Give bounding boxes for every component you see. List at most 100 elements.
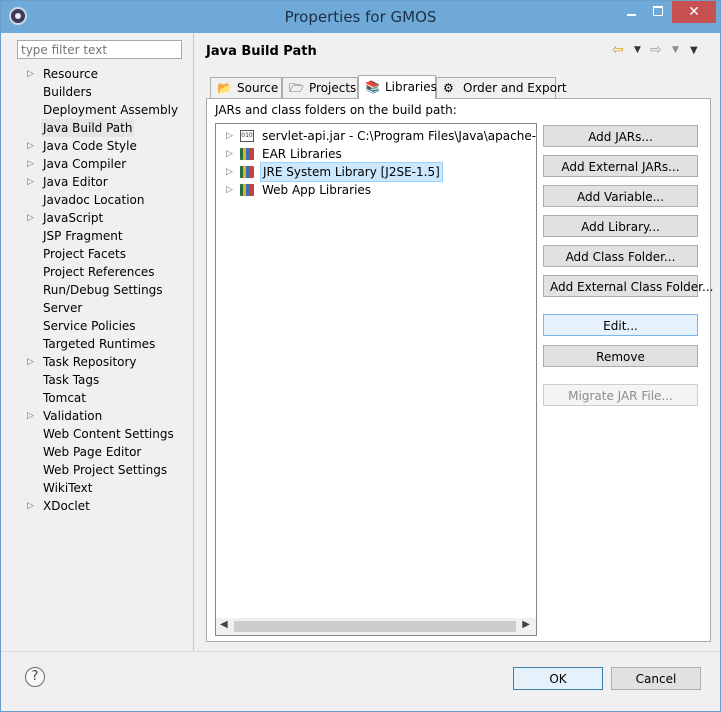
sidebar-item[interactable]: ▷ Java Editor xyxy=(17,173,192,191)
add-class-folder-button[interactable]: Add Class Folder... xyxy=(543,245,698,267)
sidebar-item[interactable]: Web Content Settings xyxy=(17,425,192,443)
add-variable-button[interactable]: Add Variable... xyxy=(543,185,698,207)
expand-arrow-icon[interactable]: ▷ xyxy=(27,497,35,515)
migrate-jar-file-button[interactable]: Migrate JAR File... xyxy=(543,384,698,406)
sidebar-item[interactable]: ▷ Java Code Style xyxy=(17,137,192,155)
projects-folder-icon: 🗁 xyxy=(289,81,304,95)
sidebar-item[interactable]: ▷ Validation xyxy=(17,407,192,425)
minimize-button[interactable] xyxy=(618,1,644,23)
sidebar-item-label: Task Tags xyxy=(43,373,100,387)
expand-arrow-icon[interactable]: ▷ xyxy=(27,137,35,155)
sidebar-item-label: Web Page Editor xyxy=(43,445,142,459)
scroll-thumb[interactable] xyxy=(234,621,516,632)
library-label: JRE System Library [J2SE-1.5] xyxy=(260,162,443,182)
sidebar-item[interactable]: Project Facets xyxy=(17,245,192,263)
expand-arrow-icon[interactable]: ▷ xyxy=(27,155,35,173)
title-bar[interactable]: Properties for GMOS ✕ xyxy=(1,1,720,33)
sidebar-item-label: Java Code Style xyxy=(43,139,137,153)
sidebar-item[interactable]: Java Build Path xyxy=(17,119,192,137)
sidebar-item-label: Server xyxy=(43,301,83,315)
property-page-tree: ▷ Resource Builders Deployment Assembly Java… xyxy=(17,65,192,515)
libraries-icon: 📚 xyxy=(365,80,380,94)
source-folder-icon: 📂 xyxy=(217,81,232,95)
tab-label: Libraries xyxy=(385,80,437,94)
library-icon xyxy=(240,184,254,196)
tab-projects[interactable]: 🗁 Projects xyxy=(282,77,358,98)
sidebar-item-label: Tomcat xyxy=(43,391,86,405)
sidebar-item[interactable]: ▷ Java Compiler xyxy=(17,155,192,173)
tab-source[interactable]: 📂 Source xyxy=(210,77,282,98)
sidebar-item[interactable]: Builders xyxy=(17,83,192,101)
sidebar-item-label: Project References xyxy=(43,265,155,279)
sidebar-item[interactable]: Deployment Assembly xyxy=(17,101,192,119)
sidebar-item-label: Java Editor xyxy=(43,175,108,189)
sidebar-item-label: XDoclet xyxy=(43,499,90,513)
sidebar-item-label: Project Facets xyxy=(43,247,126,261)
forward-arrow-icon[interactable]: ⇨ xyxy=(650,42,662,58)
sidebar-item[interactable]: Targeted Runtimes xyxy=(17,335,192,353)
sidebar-item[interactable]: Tomcat xyxy=(17,389,192,407)
sidebar-item[interactable]: ▷ JavaScript xyxy=(17,209,192,227)
remove-button[interactable]: Remove xyxy=(543,345,698,367)
sidebar-item[interactable]: WikiText xyxy=(17,479,192,497)
close-button[interactable]: ✕ xyxy=(672,1,716,23)
sidebar-item-label: Deployment Assembly xyxy=(43,103,179,117)
horizontal-scrollbar[interactable]: ◀ ▶ xyxy=(216,618,536,635)
edit-button[interactable]: Edit... xyxy=(543,314,698,336)
view-menu-icon[interactable]: ▼ xyxy=(690,45,698,56)
sidebar-item-label: Builders xyxy=(43,85,92,99)
window-title: Properties for GMOS xyxy=(284,8,437,26)
properties-dialog: Properties for GMOS ✕ ▷ Resource Builders D… xyxy=(0,0,721,712)
library-label: servlet-api.jar - C:\Program Files\Java\… xyxy=(262,129,537,143)
scroll-right-icon[interactable]: ▶ xyxy=(522,619,530,630)
library-tree[interactable]: ▷ 010 servlet-api.jar - C:\Program Files… xyxy=(215,123,537,636)
maximize-button[interactable] xyxy=(646,1,670,23)
scroll-left-icon[interactable]: ◀ xyxy=(220,619,228,630)
sidebar-item[interactable]: Javadoc Location xyxy=(17,191,192,209)
expand-arrow-icon[interactable]: ▷ xyxy=(226,145,233,163)
sidebar-item[interactable]: JSP Fragment xyxy=(17,227,192,245)
expand-arrow-icon[interactable]: ▷ xyxy=(27,209,35,227)
sidebar-item[interactable]: Run/Debug Settings xyxy=(17,281,192,299)
sidebar-item[interactable]: Server xyxy=(17,299,192,317)
add-external-class-folder-button[interactable]: Add External Class Folder... xyxy=(543,275,713,297)
expand-arrow-icon[interactable]: ▷ xyxy=(226,181,233,199)
tab-label: Source xyxy=(237,81,279,95)
ok-button[interactable]: OK xyxy=(513,667,603,690)
back-arrow-icon[interactable]: ⇦ xyxy=(612,42,624,58)
sidebar-item[interactable]: Task Tags xyxy=(17,371,192,389)
add-library-button[interactable]: Add Library... xyxy=(543,215,698,237)
expand-arrow-icon[interactable]: ▷ xyxy=(27,65,35,83)
add-external-jars-button[interactable]: Add External JARs... xyxy=(543,155,698,177)
sidebar-item[interactable]: ▷ Task Repository xyxy=(17,353,192,371)
sidebar-item[interactable]: Project References xyxy=(17,263,192,281)
cancel-button[interactable]: Cancel xyxy=(611,667,701,690)
expand-arrow-icon[interactable]: ▷ xyxy=(226,127,233,145)
jar-icon: 010 xyxy=(240,130,254,142)
tab-label: Order and Export xyxy=(463,81,567,95)
sidebar-item-label: Java Build Path xyxy=(41,119,135,137)
sidebar-item-label: Java Compiler xyxy=(43,157,127,171)
sidebar-item[interactable]: ▷ Resource xyxy=(17,65,192,83)
back-dropdown-icon[interactable]: ▼ xyxy=(634,45,641,55)
sidebar-item[interactable]: Web Project Settings xyxy=(17,461,192,479)
sidebar-item-label: Resource xyxy=(43,67,99,81)
expand-arrow-icon[interactable]: ▷ xyxy=(27,407,35,425)
filter-input[interactable] xyxy=(17,40,182,59)
help-icon[interactable]: ? xyxy=(25,667,45,687)
forward-dropdown-icon[interactable]: ▼ xyxy=(672,45,679,55)
sidebar-item-label: WikiText xyxy=(43,481,93,495)
library-icon xyxy=(240,148,254,160)
expand-arrow-icon[interactable]: ▷ xyxy=(226,163,233,181)
sidebar-item[interactable]: Web Page Editor xyxy=(17,443,192,461)
page-navigation: ⇦ ▼ ⇨ ▼ ▼ xyxy=(612,42,712,60)
pane-splitter[interactable] xyxy=(193,33,194,651)
expand-arrow-icon[interactable]: ▷ xyxy=(27,173,35,191)
tab-order-and-export[interactable]: ⚙ Order and Export xyxy=(436,77,567,98)
sidebar-item[interactable]: ▷ XDoclet xyxy=(17,497,192,515)
sidebar-item[interactable]: Service Policies xyxy=(17,317,192,335)
footer-separator xyxy=(1,651,720,652)
add-jars-button[interactable]: Add JARs... xyxy=(543,125,698,147)
expand-arrow-icon[interactable]: ▷ xyxy=(27,353,35,371)
tab-libraries[interactable]: 📚 Libraries xyxy=(358,75,437,99)
